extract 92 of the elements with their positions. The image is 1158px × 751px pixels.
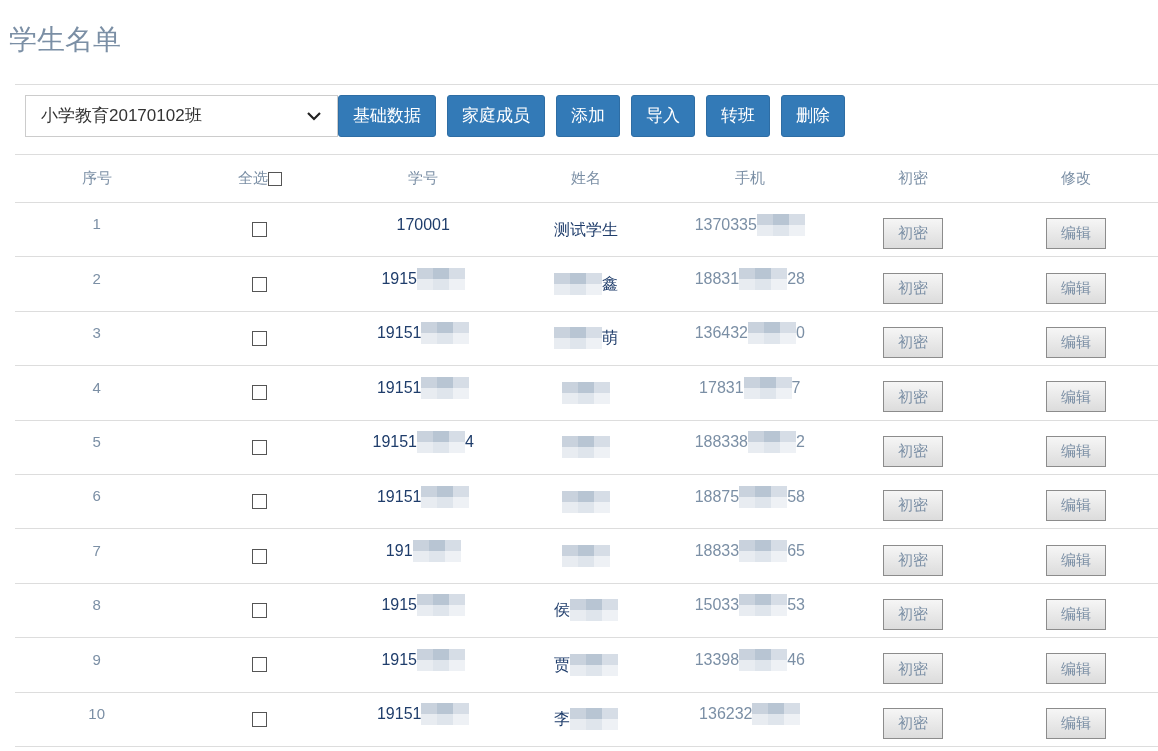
phone-number: 17831 bbox=[699, 377, 744, 398]
class-select[interactable]: 小学教育20170102班 bbox=[25, 95, 338, 137]
student-id: 19151 bbox=[376, 704, 422, 725]
column-header[interactable]: 姓名 bbox=[571, 167, 602, 190]
reset-password-button[interactable]: 初密 bbox=[883, 381, 944, 413]
edit-button[interactable]: 编辑 bbox=[1046, 218, 1107, 250]
column-header[interactable]: 学号 bbox=[408, 167, 439, 190]
reset-password-button[interactable]: 初密 bbox=[883, 707, 944, 739]
phone-number: 65 bbox=[787, 541, 805, 562]
student-name: 李 bbox=[554, 709, 571, 730]
row-number: 6 bbox=[92, 486, 101, 507]
student-id: 19151 bbox=[376, 377, 422, 398]
toolbar-button[interactable]: 基础数据 bbox=[338, 95, 436, 137]
chevron-down-icon bbox=[306, 111, 322, 121]
row-checkbox[interactable] bbox=[252, 330, 268, 346]
student-id: 19151 bbox=[376, 486, 422, 507]
row-number: 8 bbox=[92, 595, 101, 616]
phone-number: 2 bbox=[796, 432, 805, 453]
phone-number: 0 bbox=[796, 323, 805, 344]
row-number: 4 bbox=[92, 377, 101, 398]
phone-number: 13398 bbox=[694, 649, 740, 670]
column-header[interactable]: 手机 bbox=[734, 167, 765, 190]
reset-password-button[interactable]: 初密 bbox=[883, 598, 944, 630]
row-number: 5 bbox=[92, 432, 101, 452]
edit-button[interactable]: 编辑 bbox=[1046, 435, 1107, 467]
phone-number: 15033 bbox=[694, 595, 740, 616]
edit-button[interactable]: 编辑 bbox=[1046, 598, 1107, 630]
reset-password-button[interactable]: 初密 bbox=[883, 490, 944, 522]
student-id: 191 bbox=[385, 541, 413, 562]
phone-number: 28 bbox=[787, 269, 805, 290]
student-id: 19151 bbox=[372, 432, 417, 453]
student-id: 1915 bbox=[381, 649, 417, 670]
row-checkbox[interactable] bbox=[252, 711, 268, 727]
page-title: 学生名单 bbox=[9, 23, 121, 57]
student-name: 贾 bbox=[554, 654, 571, 675]
column-header[interactable]: 初密 bbox=[898, 167, 929, 190]
reset-password-button[interactable]: 初密 bbox=[883, 544, 944, 576]
select-all-checkbox[interactable] bbox=[267, 171, 282, 186]
column-header[interactable]: 修改 bbox=[1061, 167, 1092, 190]
toolbar-button[interactable]: 转班 bbox=[706, 95, 770, 137]
phone-number: 58 bbox=[787, 486, 805, 507]
student-name: 侯 bbox=[554, 600, 571, 621]
toolbar-button[interactable]: 家庭成员 bbox=[447, 95, 545, 137]
phone-number: 18831 bbox=[694, 269, 740, 290]
select-all-label: 全选 bbox=[237, 168, 268, 189]
phone-number: 188338 bbox=[694, 432, 748, 453]
reset-password-button[interactable]: 初密 bbox=[883, 653, 944, 685]
phone-number: 18833 bbox=[694, 541, 740, 562]
edit-button[interactable]: 编辑 bbox=[1046, 272, 1107, 304]
row-checkbox[interactable] bbox=[252, 657, 268, 673]
edit-button[interactable]: 编辑 bbox=[1046, 707, 1107, 739]
student-name: 鑫 bbox=[602, 274, 619, 295]
row-checkbox[interactable] bbox=[252, 602, 268, 618]
phone-number: 18875 bbox=[694, 486, 740, 507]
student-id: 19151 bbox=[376, 323, 422, 344]
phone-number: 7 bbox=[791, 377, 801, 398]
reset-password-button[interactable]: 初密 bbox=[883, 435, 944, 467]
reset-password-button[interactable]: 初密 bbox=[883, 326, 944, 358]
row-number: 1 bbox=[92, 214, 101, 235]
row-number: 10 bbox=[88, 703, 105, 724]
row-number: 2 bbox=[92, 268, 101, 289]
edit-button[interactable]: 编辑 bbox=[1046, 490, 1107, 522]
phone-number: 46 bbox=[787, 649, 805, 670]
student-id: 1915 bbox=[381, 595, 417, 616]
row-checkbox[interactable] bbox=[252, 494, 268, 510]
row-checkbox[interactable] bbox=[252, 385, 268, 401]
row-number: 7 bbox=[92, 540, 101, 561]
phone-number: 136232 bbox=[699, 704, 753, 725]
column-header[interactable]: 序号 bbox=[81, 167, 112, 190]
student-id: 170001 bbox=[396, 214, 450, 235]
row-number: 3 bbox=[92, 323, 101, 344]
student-id: 1915 bbox=[381, 269, 417, 290]
edit-button[interactable]: 编辑 bbox=[1046, 653, 1107, 685]
row-checkbox[interactable] bbox=[252, 548, 268, 564]
student-name: 萌 bbox=[602, 328, 619, 349]
row-checkbox[interactable] bbox=[252, 222, 268, 238]
toolbar-button[interactable]: 删除 bbox=[781, 95, 845, 137]
reset-password-button[interactable]: 初密 bbox=[883, 272, 944, 304]
phone-number: 53 bbox=[787, 595, 805, 616]
edit-button[interactable]: 编辑 bbox=[1046, 544, 1107, 576]
toolbar-button[interactable]: 添加 bbox=[556, 95, 620, 137]
row-checkbox[interactable] bbox=[252, 276, 268, 292]
phone-number: 136432 bbox=[694, 323, 748, 344]
reset-password-button[interactable]: 初密 bbox=[883, 218, 944, 250]
row-checkbox[interactable] bbox=[252, 439, 268, 455]
row-number: 9 bbox=[92, 649, 101, 670]
edit-button[interactable]: 编辑 bbox=[1046, 381, 1107, 413]
phone-number: 1370335 bbox=[694, 214, 757, 235]
toolbar-button[interactable]: 导入 bbox=[631, 95, 695, 137]
student-id: 4 bbox=[465, 432, 474, 453]
edit-button[interactable]: 编辑 bbox=[1046, 326, 1107, 358]
student-name: 测试学生 bbox=[554, 219, 619, 240]
